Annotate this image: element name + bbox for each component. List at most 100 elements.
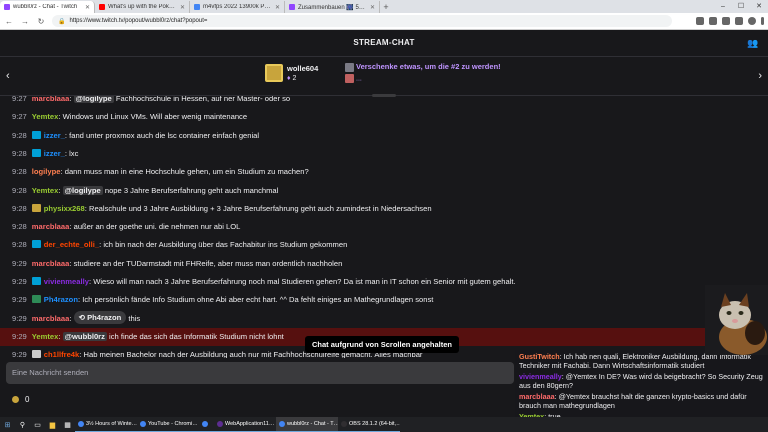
user-badge-icon[interactable] bbox=[31, 130, 41, 139]
app-icon bbox=[202, 421, 208, 427]
menu-icon[interactable] bbox=[761, 17, 764, 25]
previous-arrow-icon[interactable]: ‹ bbox=[6, 70, 10, 82]
url-field[interactable]: 🔒 https://www.twitch.tv/popout/wubbl0rz/… bbox=[52, 15, 672, 27]
user-badge-icon[interactable] bbox=[31, 277, 41, 285]
chat-input[interactable]: Eine Nachricht senden bbox=[6, 362, 514, 384]
tab-favicon-icon bbox=[194, 4, 200, 10]
start-icon[interactable]: ⊞ bbox=[0, 417, 15, 432]
reply-pill[interactable]: ⟲ Ph4razon bbox=[73, 310, 127, 324]
gift-leaderboard: ‹ › wolle604 ♦ 2 Verschenke etwas, um di… bbox=[0, 58, 768, 97]
chat-message[interactable]: 9:29 marcblaaa: studiere an der TUDarmsta… bbox=[12, 255, 762, 273]
message-username[interactable]: Yemtex bbox=[32, 186, 59, 195]
user-badge-icon[interactable] bbox=[31, 350, 41, 358]
extension-icon[interactable] bbox=[709, 17, 717, 25]
message-username[interactable]: vivienmeally bbox=[44, 277, 89, 286]
browser-tab[interactable]: What's up with the Pokémon BDSP…✕ bbox=[95, 1, 190, 13]
taskbar-app-title: 3½ Hours of Winte… bbox=[86, 421, 137, 427]
overlay-message: vivienmeally: @Yemtex In DE? Was wird da… bbox=[519, 372, 763, 390]
chat-message[interactable]: 9:29 Ph4razon: Ich persönlich fände Info … bbox=[12, 291, 762, 309]
task-view-icon[interactable]: ▭ bbox=[30, 417, 45, 432]
tab-close-icon[interactable]: ✕ bbox=[180, 4, 185, 11]
message-username[interactable]: marcblaaa bbox=[32, 222, 70, 231]
message-username[interactable]: izzer_ bbox=[44, 131, 65, 140]
message-timestamp: 9:29 bbox=[12, 277, 27, 286]
message-mention[interactable]: @wubbl0rz bbox=[62, 331, 107, 341]
tab-close-icon[interactable]: ✕ bbox=[275, 4, 280, 11]
browser-tab[interactable]: wubbl0rz - Chat - Twitch ✕ bbox=[0, 1, 95, 13]
reply-icon: ⟲ bbox=[78, 312, 88, 322]
app-icon bbox=[279, 421, 285, 427]
message-username[interactable]: marcblaaa bbox=[32, 259, 70, 268]
channel-points[interactable]: 0 bbox=[12, 395, 29, 404]
search-icon[interactable]: ⚲ bbox=[15, 417, 30, 432]
message-username[interactable]: der_echte_olli_ bbox=[44, 240, 99, 249]
chat-paused-notice[interactable]: Chat aufgrund von Scrollen angehalten bbox=[305, 336, 460, 353]
user-badge-icon[interactable] bbox=[31, 148, 41, 157]
new-tab-button[interactable]: + bbox=[380, 1, 392, 13]
address-bar: ← → ↻ 🔒 https://www.twitch.tv/popout/wub… bbox=[0, 13, 768, 30]
message-username[interactable]: marcblaaa bbox=[32, 96, 70, 103]
back-button[interactable]: ← bbox=[4, 17, 14, 26]
message-timestamp: 9:28 bbox=[12, 185, 27, 195]
chat-message[interactable]: 9:27 marcblaaa: @logilype Fachhochschule … bbox=[12, 96, 762, 108]
profile-icon[interactable] bbox=[748, 17, 756, 25]
next-arrow-icon[interactable]: › bbox=[758, 70, 762, 82]
forward-button[interactable]: → bbox=[20, 17, 30, 26]
user-badge-icon[interactable] bbox=[31, 295, 41, 304]
taskbar-app[interactable]: 3½ Hours of Winte… bbox=[75, 417, 137, 432]
taskbar-app[interactable] bbox=[199, 417, 214, 432]
close-window-button[interactable]: ✕ bbox=[750, 0, 768, 13]
maximize-button[interactable]: ☐ bbox=[732, 0, 750, 13]
chat-message[interactable]: 9:28 Yemtex: @logilype nope 3 Jahre Beruf… bbox=[12, 182, 762, 200]
app-icon bbox=[341, 421, 347, 427]
user-badge-icon[interactable] bbox=[31, 240, 41, 249]
taskbar-app[interactable]: YouTube - Chromi… bbox=[137, 417, 199, 432]
file-explorer-icon[interactable]: ▆ bbox=[45, 417, 60, 432]
extension-icon[interactable] bbox=[735, 17, 743, 25]
message-colon: : bbox=[69, 96, 74, 103]
taskbar-app[interactable]: wubbl0rz - Chat - T… bbox=[276, 417, 338, 432]
url-text: https://www.twitch.tv/popout/wubbl0rz/ch… bbox=[69, 18, 208, 24]
tab-title: What's up with the Pokémon BDSP… bbox=[108, 4, 177, 10]
tab-close-icon[interactable]: ✕ bbox=[85, 4, 90, 11]
store-icon[interactable]: ▦ bbox=[60, 417, 75, 432]
message-username[interactable]: logilype bbox=[32, 167, 61, 176]
users-icon[interactable]: 👥 bbox=[747, 38, 758, 49]
user-badge-icon[interactable] bbox=[31, 203, 41, 212]
extension-icon[interactable] bbox=[696, 17, 704, 25]
extension-icon[interactable] bbox=[722, 17, 730, 25]
message-username[interactable]: marcblaaa bbox=[32, 314, 70, 323]
taskbar-app[interactable]: WebApplication11… bbox=[214, 417, 276, 432]
message-username[interactable]: Yemtex bbox=[32, 332, 59, 341]
chat-message[interactable]: 9:27 Yemtex: Windows und Linux VMs. Will … bbox=[12, 108, 762, 126]
extensions-area bbox=[696, 17, 764, 25]
message-username[interactable]: izzer_ bbox=[44, 149, 65, 158]
message-username[interactable]: ch1llfre4k bbox=[44, 350, 79, 358]
message-mention[interactable]: @logilype bbox=[73, 96, 114, 103]
leader-name[interactable]: wolle604 bbox=[287, 64, 318, 73]
browser-tab[interactable]: Zusammenbauen 🎆 500€ …✕ bbox=[285, 1, 380, 13]
message-username[interactable]: Ph4razon bbox=[44, 295, 78, 304]
leader-gift-count: ♦ 2 bbox=[287, 75, 297, 82]
message-username[interactable]: Yemtex bbox=[32, 112, 59, 121]
chat-message[interactable]: 9:28 izzer_: fand unter proxmox auch die … bbox=[12, 127, 762, 145]
message-username[interactable]: physixx268 bbox=[44, 204, 85, 213]
chat-message[interactable]: 9:29 marcblaaa: ⟲ Ph4razon this bbox=[12, 310, 762, 328]
minimize-button[interactable]: – bbox=[714, 0, 732, 13]
overlay-username: marcblaaa bbox=[519, 392, 555, 401]
browser-tab[interactable]: m4vfps 2022 13900k Preisvergleich…✕ bbox=[190, 1, 285, 13]
gift-cta[interactable]: Verschenke etwas, um die #2 zu werden! bbox=[345, 62, 501, 72]
reload-button[interactable]: ↻ bbox=[36, 17, 46, 26]
chat-message[interactable]: 9:29 vivienmeally: Wieso will man nach 3 … bbox=[12, 273, 762, 291]
message-timestamp: 9:27 bbox=[12, 112, 27, 122]
gift-box-icon bbox=[345, 62, 354, 72]
message-mention[interactable]: @logilype bbox=[62, 185, 103, 195]
chat-message[interactable]: 9:28 logilype: dann muss man in eine Hoch… bbox=[12, 163, 762, 181]
tab-close-icon[interactable]: ✕ bbox=[370, 4, 375, 11]
chat-message[interactable]: 9:28 izzer_: lxc bbox=[12, 145, 762, 163]
chat-message[interactable]: 9:28 physixx268: Realschule und 3 Jahre A… bbox=[12, 200, 762, 218]
taskbar-app[interactable]: OBS 28.1.2 (64-bit,… bbox=[338, 417, 400, 432]
chat-message[interactable]: 9:28 der_echte_olli_: ich bin nach der Au… bbox=[12, 236, 762, 254]
message-text: Realschule und 3 Jahre Ausbildung + 3 Ja… bbox=[88, 203, 432, 213]
chat-message[interactable]: 9:28 marcblaaa: außer an der goethe uni. … bbox=[12, 218, 762, 236]
